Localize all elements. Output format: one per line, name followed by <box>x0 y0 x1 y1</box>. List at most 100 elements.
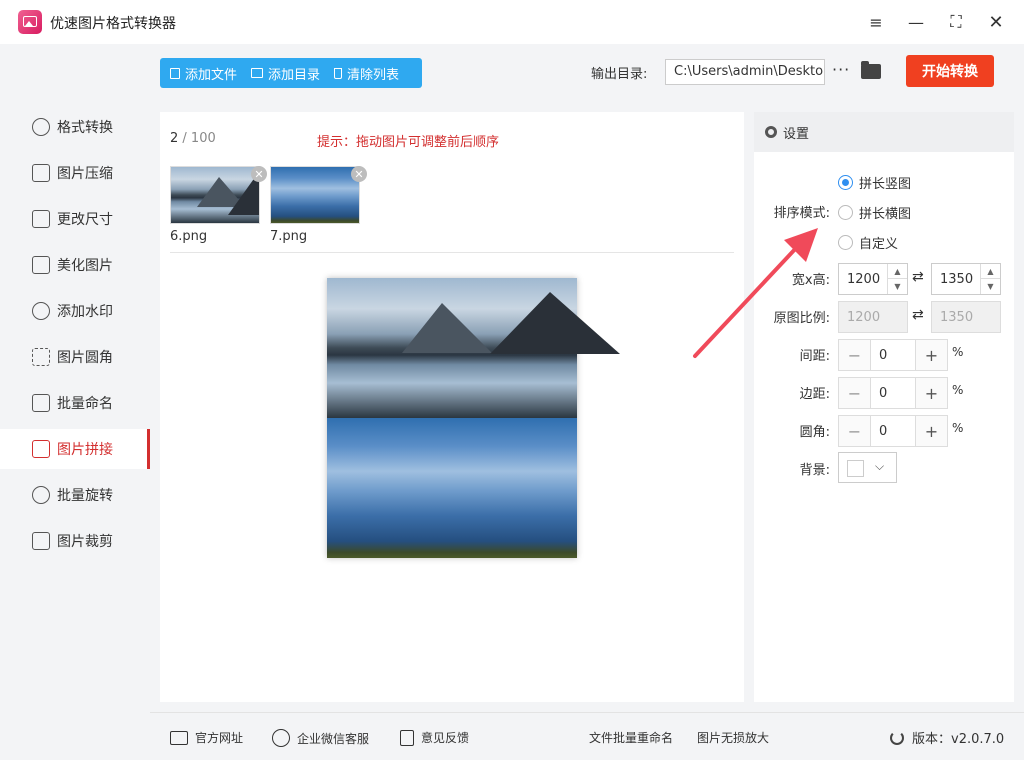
rotate-icon <box>32 486 50 504</box>
preview-mountain-image <box>327 418 577 558</box>
sort-mode-label: 排序模式: <box>773 206 830 221</box>
height-input[interactable]: 1350 ▲ ▼ <box>931 263 1001 295</box>
file-list-panel: 2 / 100 提示：拖动图片可调整前后顺序 ✕ 6.png ✕ 7.png <box>160 112 744 702</box>
file-toolbar: 添加文件 添加目录 清除列表 <box>160 58 422 88</box>
background-label: 背景: <box>799 463 830 478</box>
remove-file-icon[interactable]: ✕ <box>251 166 267 182</box>
sidebar: 格式转换 图片压缩 更改尺寸 美化图片 添加水印 图片圆角 批量命名 图片拼接 … <box>0 44 150 712</box>
annotation-arrow-icon <box>693 228 818 358</box>
sidebar-item-format-convert[interactable]: 格式转换 <box>0 107 150 147</box>
mode-custom-radio[interactable]: 自定义 <box>838 233 898 252</box>
folder-icon[interactable] <box>861 61 881 79</box>
mountain-image <box>271 167 359 223</box>
sidebar-item-label: 图片裁剪 <box>57 534 113 550</box>
mode-horizontal-radio[interactable]: 拼长横图 <box>838 203 911 222</box>
minus-icon[interactable]: − <box>839 340 871 370</box>
sidebar-item-compress[interactable]: 图片压缩 <box>0 153 150 193</box>
margin-value[interactable]: 0 <box>871 378 915 408</box>
sidebar-item-rotate[interactable]: 批量旋转 <box>0 475 150 515</box>
sidebar-item-watermark[interactable]: 添加水印 <box>0 291 150 331</box>
sidebar-item-label: 添加水印 <box>57 304 113 320</box>
plus-icon[interactable]: + <box>915 378 947 408</box>
swap-icon[interactable]: ⇄ <box>912 269 924 285</box>
plus-icon[interactable]: + <box>915 416 947 446</box>
sidebar-item-label: 美化图片 <box>57 258 113 274</box>
sidebar-item-label: 批量旋转 <box>57 488 113 504</box>
radius-label: 圆角: <box>799 425 830 440</box>
output-dir-field[interactable]: C:\Users\admin\Deskto <box>665 59 825 85</box>
version-info[interactable]: 版本：v2.0.7.0 <box>890 728 1004 747</box>
sidebar-item-stitch[interactable]: 图片拼接 <box>0 429 150 469</box>
stitch-preview <box>327 278 620 558</box>
more-options-button[interactable]: ··· <box>832 60 850 79</box>
add-folder-label: 添加目录 <box>268 67 321 83</box>
sidebar-item-label: 图片圆角 <box>57 350 113 366</box>
website-link[interactable]: 官方网址 <box>170 729 243 746</box>
mode-vertical-radio[interactable]: 拼长竖图 <box>838 173 911 192</box>
settings-panel: 设置 排序模式: 拼长竖图 拼长横图 自定义 宽x高: 1200 ▲ ▼ ⇄ 135… <box>754 112 1014 702</box>
radio-label: 拼长竖图 <box>859 177 912 192</box>
plus-icon[interactable]: + <box>915 340 947 370</box>
clear-list-button[interactable]: 清除列表 <box>334 64 399 83</box>
start-convert-button[interactable]: 开始转换 <box>906 55 994 87</box>
spacing-stepper[interactable]: −0 + <box>838 339 948 371</box>
add-folder-button[interactable]: 添加目录 <box>251 64 320 83</box>
lake-image <box>171 167 259 223</box>
chat-icon <box>272 729 290 747</box>
minimize-icon[interactable]: — <box>904 10 928 34</box>
remove-file-icon[interactable]: ✕ <box>351 166 367 182</box>
sidebar-item-crop[interactable]: 图片裁剪 <box>0 521 150 561</box>
thumbnail-7[interactable] <box>270 166 360 224</box>
feedback-link[interactable]: 意见反馈 <box>400 729 469 746</box>
file-count: 2 <box>170 131 179 146</box>
spacing-value[interactable]: 0 <box>871 340 915 370</box>
sidebar-item-label: 图片拼接 <box>57 442 113 458</box>
maximize-icon[interactable]: ⛶ <box>944 10 968 34</box>
width-value: 1200 <box>847 271 881 287</box>
width-spinner[interactable]: ▲ ▼ <box>887 264 907 294</box>
settings-title: 设置 <box>783 126 810 142</box>
sidebar-item-resize[interactable]: 更改尺寸 <box>0 199 150 239</box>
height-spinner[interactable]: ▲ ▼ <box>980 264 1000 294</box>
sidebar-item-label: 格式转换 <box>57 120 113 136</box>
swap-icon: ⇄ <box>912 307 924 323</box>
preview-lake-image <box>327 278 620 418</box>
format-convert-icon <box>32 118 50 136</box>
batch-rename-link[interactable]: 文件批量重命名 <box>589 729 673 746</box>
minus-icon[interactable]: − <box>839 416 871 446</box>
feedback-label: 意见反馈 <box>421 731 470 745</box>
width-input[interactable]: 1200 ▲ ▼ <box>838 263 908 295</box>
radio-label: 拼长横图 <box>859 207 912 222</box>
gear-icon <box>765 126 777 138</box>
margin-stepper[interactable]: −0 + <box>838 377 948 409</box>
minus-icon[interactable]: − <box>839 378 871 408</box>
radio-dot <box>838 175 853 190</box>
title-bar: 优速图片格式转换器 ≡ — ⛶ ✕ <box>0 0 1024 44</box>
file-icon <box>170 67 180 79</box>
percent-unit: % <box>952 421 964 435</box>
sidebar-item-rename[interactable]: 批量命名 <box>0 383 150 423</box>
sidebar-item-label: 批量命名 <box>57 396 113 412</box>
sidebar-item-beautify[interactable]: 美化图片 <box>0 245 150 285</box>
radius-value[interactable]: 0 <box>871 416 915 446</box>
close-icon[interactable]: ✕ <box>984 10 1008 34</box>
radius-stepper[interactable]: −0 + <box>838 415 948 447</box>
clear-list-label: 清除列表 <box>347 67 400 83</box>
radio-label: 自定义 <box>859 237 899 252</box>
crop-icon <box>32 532 50 550</box>
thumbnail-6[interactable] <box>170 166 260 224</box>
sidebar-item-rounded-corner[interactable]: 图片圆角 <box>0 337 150 377</box>
beautify-icon <box>32 256 50 274</box>
refresh-icon <box>890 730 904 745</box>
color-swatch <box>847 460 864 477</box>
menu-icon[interactable]: ≡ <box>864 10 888 34</box>
wechat-service-link[interactable]: 企业微信客服 <box>272 729 369 747</box>
folder-outline-icon <box>251 68 264 78</box>
wechat-label: 企业微信客服 <box>297 731 370 746</box>
add-file-label: 添加文件 <box>185 67 238 83</box>
add-file-button[interactable]: 添加文件 <box>170 64 237 83</box>
background-color-picker[interactable]: ⌵ <box>838 452 897 483</box>
sidebar-item-label: 更改尺寸 <box>57 212 113 228</box>
version-label: 版本：v2.0.7.0 <box>912 732 1005 747</box>
lossless-enlarge-link[interactable]: 图片无损放大 <box>697 729 769 746</box>
